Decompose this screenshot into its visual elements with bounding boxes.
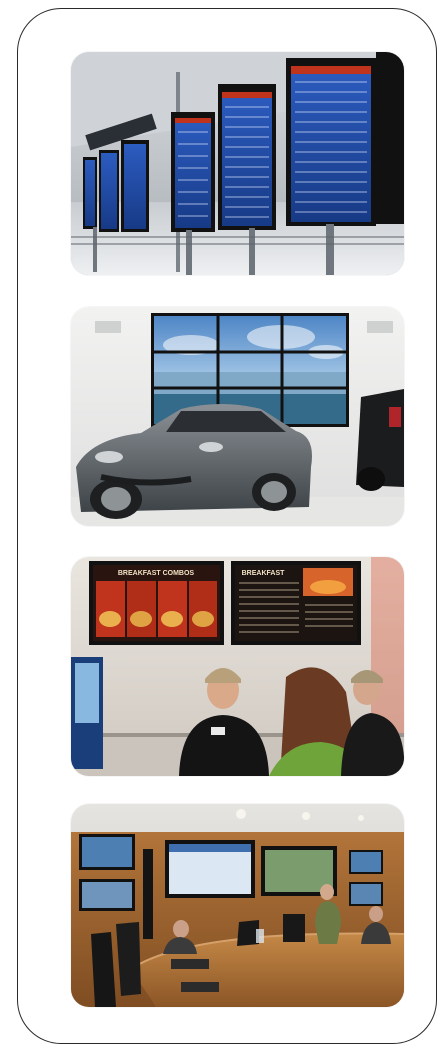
car-showroom-video-wall-photo	[71, 307, 404, 526]
restaurant-menu-boards-photo: BREAKFAST COMBOS BREAKFAST	[71, 557, 404, 776]
airport-flight-displays-photo	[71, 52, 404, 275]
menu-right-title: BREAKFAST	[242, 570, 286, 577]
conference-room-photo	[71, 804, 404, 1007]
menu-left-title: BREAKFAST COMBOS	[118, 570, 195, 577]
